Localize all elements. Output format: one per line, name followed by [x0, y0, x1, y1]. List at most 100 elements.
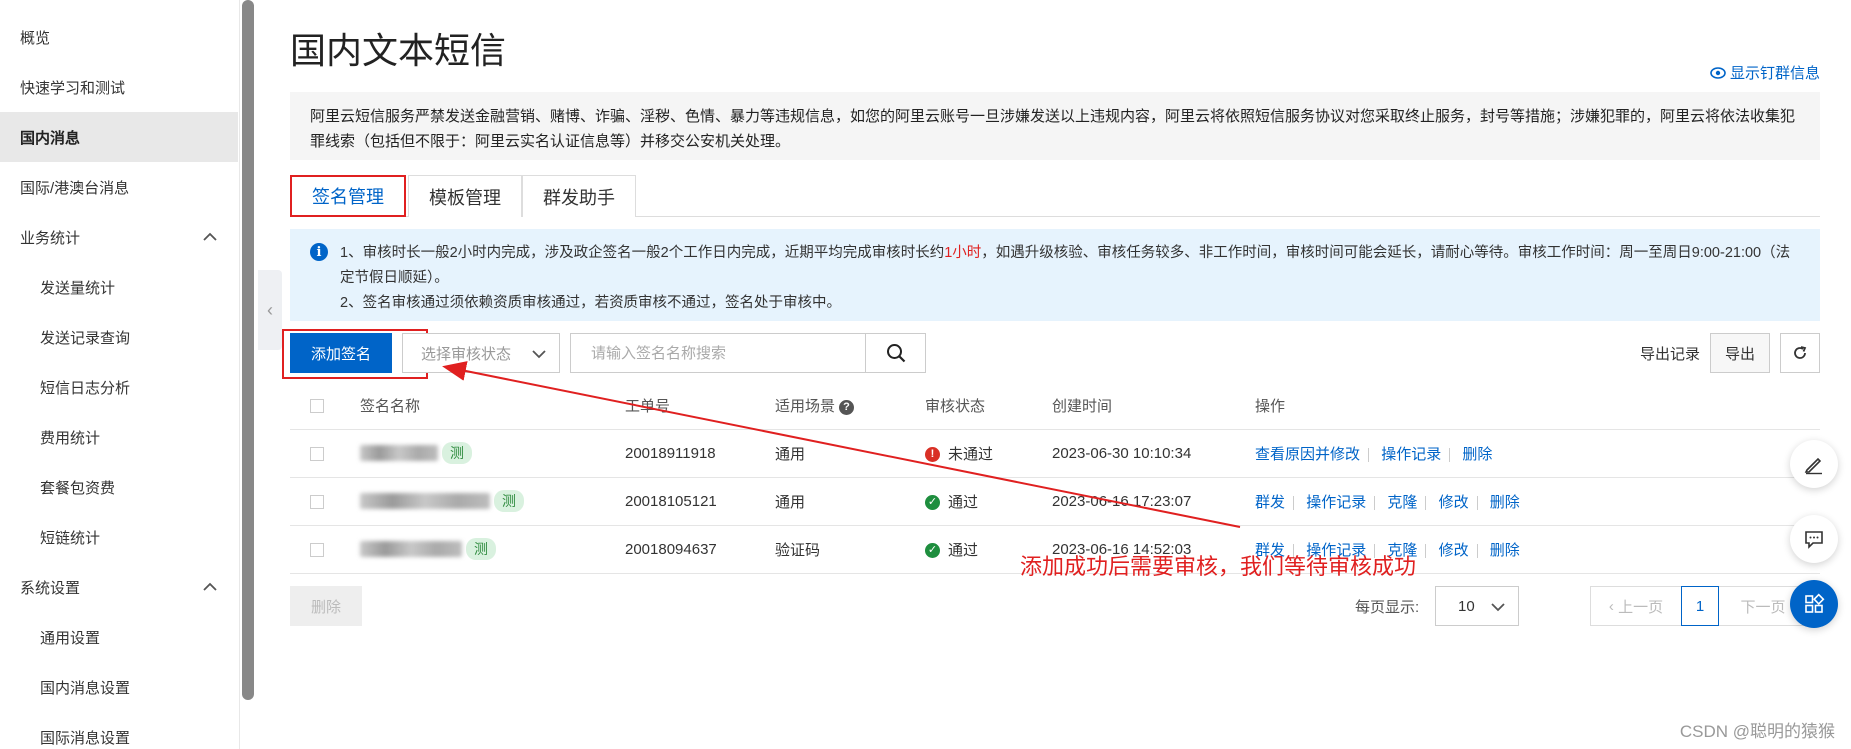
export-button[interactable]: 导出 — [1710, 333, 1770, 373]
row-checkbox[interactable] — [310, 446, 324, 461]
sidebar: 概览 快速学习和测试 国内消息 国际/港澳台消息 业务统计 发送量统计 发送记录… — [0, 0, 240, 749]
chevron-left-icon: ‹ — [267, 299, 273, 320]
check-icon: ✓ — [925, 543, 940, 559]
help-icon[interactable]: ? — [839, 399, 855, 415]
apps-button[interactable] — [1790, 580, 1838, 628]
info-line-2: 2、签名审核通过须依赖资质审核通过，若资质审核不通过，签名处于审核中。 — [340, 295, 842, 311]
check-icon: ✓ — [925, 495, 940, 511]
search-icon — [886, 344, 905, 363]
sidebar-item-international-settings[interactable]: 国际消息设置 — [0, 712, 238, 749]
sidebar-item-cost-stats[interactable]: 费用统计 — [0, 412, 238, 462]
search-button[interactable] — [866, 333, 926, 373]
chat-icon — [1805, 531, 1823, 549]
prev-page-button[interactable]: ‹ 上一页 — [1590, 586, 1682, 626]
tab-signature-management[interactable]: 签名管理 — [290, 175, 406, 217]
add-signature-button[interactable]: 添加签名 — [290, 333, 392, 373]
op-record-link[interactable]: 操作记录 — [1381, 446, 1441, 463]
delete-link[interactable]: 删除 — [1490, 494, 1520, 511]
bulk-delete-button[interactable]: 删除 — [290, 586, 362, 626]
order-number: 20018094637 — [625, 525, 775, 574]
sidebar-item-overview[interactable]: 概览 — [0, 12, 238, 62]
tab-bar: 签名管理 模板管理 群发助手 — [290, 175, 1820, 217]
col-created-time: 创建时间 — [1052, 383, 1255, 430]
feedback-button[interactable] — [1790, 440, 1838, 488]
sidebar-item-business-stats[interactable]: 业务统计 — [0, 212, 238, 262]
edit-icon — [1804, 457, 1822, 475]
sidebar-item-system-settings[interactable]: 系统设置 — [0, 562, 238, 612]
scene: 通用 — [775, 477, 925, 526]
scene: 通用 — [775, 429, 925, 478]
chevron-down-icon — [1491, 603, 1505, 612]
sidebar-item-domestic[interactable]: 国内消息 — [0, 112, 238, 162]
delete-link[interactable]: 删除 — [1490, 542, 1520, 559]
col-signature-name: 签名名称 — [360, 383, 625, 430]
clone-link[interactable]: 克隆 — [1387, 494, 1417, 511]
select-all-checkbox[interactable] — [310, 399, 324, 414]
sidebar-item-package-fees[interactable]: 套餐包资费 — [0, 462, 238, 512]
col-scene: 适用场景? — [775, 383, 925, 430]
order-number: 20018911918 — [625, 429, 775, 478]
page-number-button[interactable]: 1 — [1681, 586, 1719, 626]
sidebar-item-international[interactable]: 国际/港澳台消息 — [0, 162, 238, 212]
row-actions: 群发 操作记录 克隆 修改 删除 — [1255, 477, 1820, 526]
edit-link[interactable]: 修改 — [1439, 542, 1469, 559]
order-number: 20018105121 — [625, 477, 775, 526]
page-title: 国内文本短信 — [290, 30, 507, 71]
created-time: 2023-06-30 10:10:34 — [1052, 429, 1255, 478]
table-header-row: 签名名称 工单号 适用场景? 审核状态 创建时间 操作 — [290, 383, 1820, 430]
table-row: 测 20018105121 通用 ✓ 通过 2023-06-16 17:23:07… — [290, 477, 1820, 526]
table-row: 测 20018911918 通用 ! 未通过 2023-06-30 10:10:3… — [290, 429, 1820, 478]
chevron-down-icon — [532, 350, 546, 359]
annotation-text: 添加成功后需要审核，我们等待审核成功 — [1020, 554, 1417, 579]
sidebar-item-send-stats[interactable]: 发送量统计 — [0, 262, 238, 312]
per-page-label: 每页显示: — [1355, 598, 1420, 616]
watermark: CSDN @聪明的猿猴 — [1679, 722, 1835, 741]
error-icon: ! — [925, 447, 940, 463]
signature-name-redacted — [360, 541, 462, 557]
signature-name-redacted — [360, 445, 438, 461]
row-checkbox[interactable] — [310, 494, 324, 509]
row-checkbox[interactable] — [310, 542, 324, 557]
info-line-1: 1、审核时长一般2小时内完成，涉及政企签名一般2个工作日内完成，近期平均完成审核… — [340, 245, 1791, 286]
sidebar-collapse-button[interactable]: ‹ — [258, 270, 282, 350]
table-footer: 删除 每页显示: 10 ‹ 上一页 1 下一页 — [290, 586, 1820, 626]
sidebar-item-quick-learn[interactable]: 快速学习和测试 — [0, 62, 238, 112]
compliance-notice: 阿里云短信服务严禁发送金融营销、赌博、诈骗、淫秽、色情、暴力等违规信息，如您的阿… — [290, 92, 1820, 160]
delete-link[interactable]: 删除 — [1462, 446, 1492, 463]
sidebar-item-domestic-settings[interactable]: 国内消息设置 — [0, 662, 238, 712]
eye-icon — [1710, 66, 1726, 79]
scene: 验证码 — [775, 525, 925, 574]
row-actions: 查看原因并修改 操作记录 删除 — [1255, 429, 1820, 478]
test-tag: 测 — [442, 442, 472, 464]
show-dingtalk-link[interactable]: 显示钉群信息 — [1710, 62, 1820, 83]
sidebar-item-send-records[interactable]: 发送记录查询 — [0, 312, 238, 362]
view-reason-link[interactable]: 查看原因并修改 — [1255, 446, 1360, 463]
col-review-status: 审核状态 — [925, 383, 1052, 430]
review-status: ✓ 通过 — [925, 477, 1052, 526]
signature-table: 签名名称 工单号 适用场景? 审核状态 创建时间 操作 测 2001891191… — [290, 383, 1820, 574]
per-page-select[interactable]: 10 — [1435, 586, 1519, 626]
review-status-select[interactable]: 选择审核状态 — [402, 333, 560, 373]
signature-search-input[interactable] — [570, 333, 866, 373]
refresh-icon — [1794, 346, 1807, 359]
review-info-box: i 1、审核时长一般2小时内完成，涉及政企签名一般2个工作日内完成，近期平均完成… — [290, 229, 1820, 321]
tab-bulk-assistant[interactable]: 群发助手 — [522, 175, 636, 217]
chevron-up-icon — [203, 582, 217, 591]
info-icon: i — [310, 243, 328, 261]
col-order-number: 工单号 — [625, 383, 775, 430]
sidebar-item-log-analysis[interactable]: 短信日志分析 — [0, 362, 238, 412]
tab-template-management[interactable]: 模板管理 — [408, 175, 522, 217]
sidebar-scrollbar[interactable] — [242, 0, 254, 700]
op-record-link[interactable]: 操作记录 — [1306, 494, 1366, 511]
edit-link[interactable]: 修改 — [1439, 494, 1469, 511]
sidebar-item-general-settings[interactable]: 通用设置 — [0, 612, 238, 662]
sidebar-item-shortlink-stats[interactable]: 短链统计 — [0, 512, 238, 562]
chevron-up-icon — [203, 232, 217, 241]
refresh-button[interactable] — [1780, 333, 1820, 373]
bulk-send-link[interactable]: 群发 — [1255, 494, 1285, 511]
apps-icon — [1805, 593, 1825, 613]
chevron-left-icon: ‹ — [1608, 597, 1619, 615]
chat-button[interactable] — [1790, 515, 1838, 563]
export-record-link[interactable]: 导出记录 — [1640, 333, 1700, 373]
pagination: ‹ 上一页 1 下一页 — [1590, 586, 1808, 626]
